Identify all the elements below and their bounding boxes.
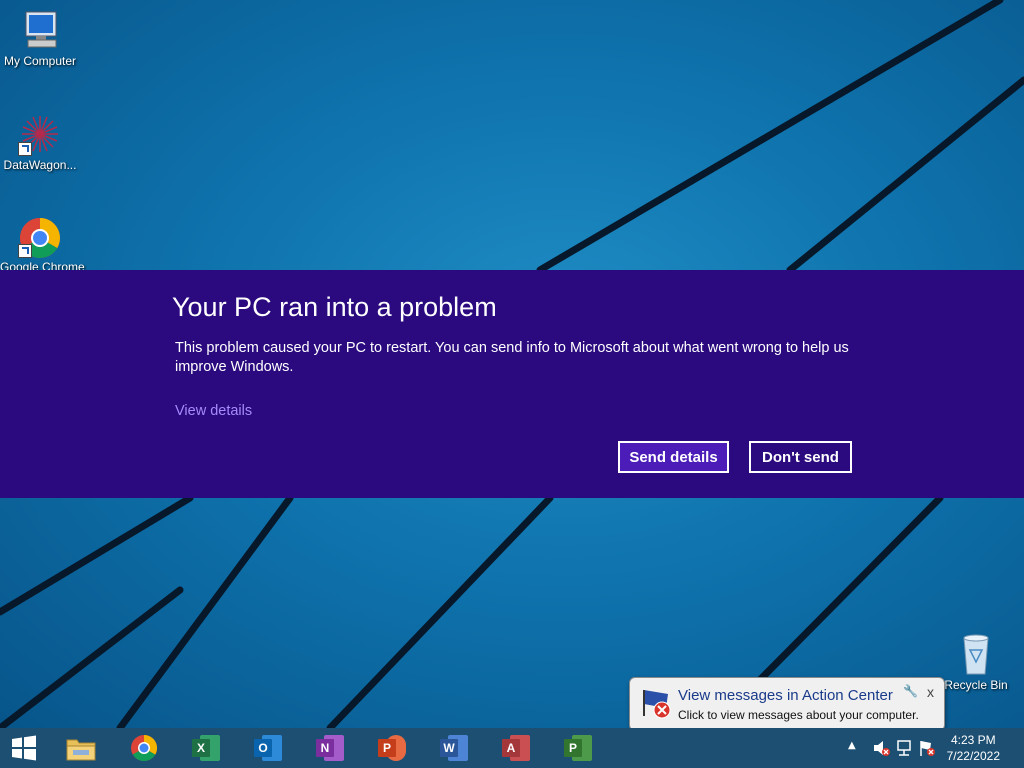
wallpaper-line xyxy=(0,494,194,616)
shortcut-arrow-icon xyxy=(18,244,32,258)
taskbar-onenote[interactable]: N xyxy=(310,732,350,764)
wallpaper-line xyxy=(0,586,184,728)
taskbar-access[interactable]: A xyxy=(496,732,536,764)
shortcut-arrow-icon xyxy=(18,142,32,156)
wrench-icon[interactable]: 🔧 xyxy=(903,684,918,698)
taskbar-outlook[interactable]: O xyxy=(248,732,288,764)
taskbar-chrome[interactable] xyxy=(124,732,164,764)
notification-close-button[interactable]: x xyxy=(927,684,934,700)
system-tray: ▲ 4:23 PM 7/22/2022 xyxy=(834,728,1024,768)
desktop-icon-label: DataWagon... xyxy=(3,158,77,172)
word-icon: W xyxy=(440,735,468,761)
notification-title: View messages in Action Center xyxy=(678,687,893,704)
folder-icon xyxy=(66,739,96,761)
datawagon-icon xyxy=(16,112,64,156)
desktop-icon-my-computer[interactable]: My Computer xyxy=(0,8,80,68)
clock[interactable]: 4:23 PM 7/22/2022 xyxy=(947,732,1000,764)
taskbar-powerpoint[interactable]: P xyxy=(372,732,412,764)
desktop-icon-label: Recycle Bin xyxy=(944,678,1008,692)
action-center-flag-icon[interactable] xyxy=(918,739,936,757)
clock-time: 4:23 PM xyxy=(950,733,996,747)
send-details-button[interactable]: Send details xyxy=(618,441,729,473)
start-button[interactable] xyxy=(4,732,44,764)
dialog-message: This problem caused your PC to restart. … xyxy=(175,340,849,375)
desktop-icon-label: My Computer xyxy=(3,54,77,68)
taskbar: X O N P W A P ▲ 4:23 PM 7/22/2022 xyxy=(0,728,1024,768)
desktop-icon-recycle-bin[interactable]: Recycle Bin xyxy=(936,632,1016,692)
chrome-icon xyxy=(16,214,64,258)
desktop-icon-chrome[interactable]: Google Chrome xyxy=(0,214,85,274)
wallpaper-line xyxy=(536,0,1004,274)
taskbar-file-explorer[interactable] xyxy=(61,732,101,764)
dialog-title: Your PC ran into a problem xyxy=(172,292,497,322)
network-icon[interactable] xyxy=(896,739,914,757)
error-dialog: Your PC ran into a problem This problem … xyxy=(0,270,1024,498)
notification-text: Click to view messages about your comput… xyxy=(678,708,919,722)
desktop-icon-datawagon[interactable]: DataWagon... xyxy=(0,112,80,172)
chrome-icon xyxy=(131,734,158,762)
computer-icon xyxy=(16,8,64,52)
wallpaper-line xyxy=(736,494,944,704)
wallpaper-line xyxy=(326,494,554,728)
taskbar-excel[interactable]: X xyxy=(186,732,226,764)
view-details-link[interactable]: View details xyxy=(175,403,252,419)
recycle-bin-icon xyxy=(952,632,1000,676)
powerpoint-icon: P xyxy=(378,735,406,761)
project-icon: P xyxy=(564,735,592,761)
clock-date: 7/22/2022 xyxy=(946,749,1000,763)
excel-icon: X xyxy=(192,735,220,761)
action-center-notification[interactable]: View messages in Action Center Click to … xyxy=(629,677,945,740)
wallpaper-line xyxy=(786,76,1024,274)
dont-send-button[interactable]: Don't send xyxy=(749,441,852,473)
speaker-muted-icon[interactable] xyxy=(872,739,890,757)
windows-logo-icon xyxy=(12,735,36,761)
access-icon: A xyxy=(502,735,530,761)
taskbar-word[interactable]: W xyxy=(434,732,474,764)
outlook-icon: O xyxy=(254,735,282,761)
action-center-flag-icon xyxy=(643,690,671,719)
onenote-icon: N xyxy=(316,735,344,761)
taskbar-project[interactable]: P xyxy=(558,732,598,764)
show-hidden-icons-icon[interactable]: ▲ xyxy=(848,740,856,751)
